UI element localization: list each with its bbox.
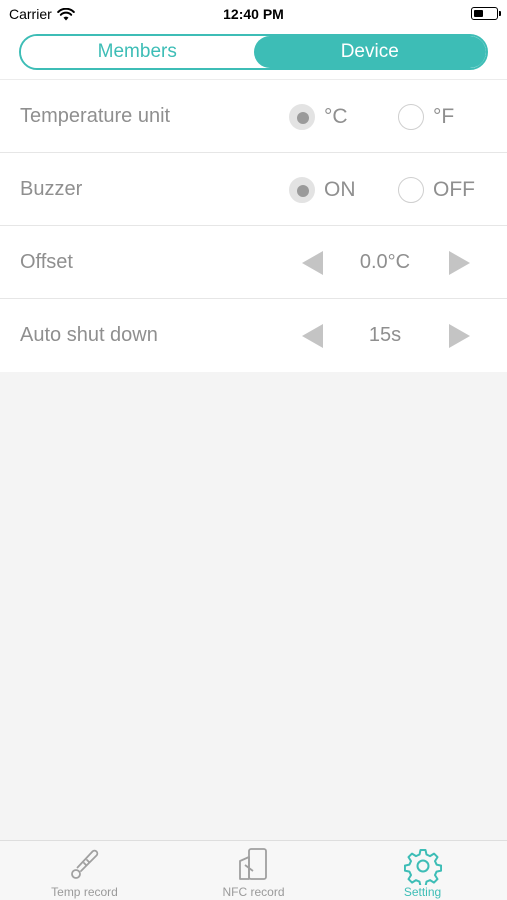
- radio-checked-icon: [289, 103, 315, 130]
- auto-shut-down-increase-icon[interactable]: [446, 323, 472, 349]
- gear-icon: [403, 849, 442, 885]
- temperature-unit-label: Temperature unit: [20, 105, 171, 127]
- celsius-radio[interactable]: °C: [289, 80, 348, 153]
- temperature-unit-row: Temperature unit °C °F: [0, 80, 507, 153]
- offset-value: 0.0°C: [359, 251, 411, 273]
- segment-header: Members Device: [0, 28, 507, 80]
- tab-members[interactable]: Members: [21, 36, 254, 68]
- segmented-control: Members Device: [19, 34, 488, 70]
- offset-increase-icon[interactable]: [446, 250, 472, 276]
- tab-bar: Temp record NFC record Setting: [0, 840, 507, 900]
- status-bar: Carrier 12:40 PM: [0, 0, 507, 28]
- auto-shut-down-row: Auto shut down 15s: [0, 299, 507, 372]
- buzzer-off-label: OFF: [433, 177, 475, 201]
- tab-setting-label: Setting: [403, 885, 442, 899]
- fahrenheit-radio[interactable]: °F: [398, 80, 454, 153]
- auto-shut-down-decrease-icon[interactable]: [300, 323, 326, 349]
- buzzer-row: Buzzer ON OFF: [0, 153, 507, 226]
- auto-shut-down-value: 15s: [368, 324, 402, 346]
- tab-nfc-record[interactable]: NFC record: [169, 841, 338, 900]
- celsius-label: °C: [324, 104, 348, 128]
- tab-device[interactable]: Device: [253, 36, 486, 68]
- thermometer-icon: [70, 849, 98, 879]
- battery-icon: [471, 7, 501, 20]
- offset-row: Offset 0.0°C: [0, 226, 507, 299]
- tab-temp-record[interactable]: Temp record: [0, 841, 169, 900]
- offset-label: Offset: [20, 251, 73, 273]
- radio-unchecked-icon: [398, 176, 424, 203]
- buzzer-off-radio[interactable]: OFF: [398, 153, 475, 226]
- tab-nfc-record-label: NFC record: [222, 885, 285, 899]
- buzzer-label: Buzzer: [20, 178, 83, 200]
- radio-unchecked-icon: [398, 103, 424, 130]
- nfc-card-icon: [238, 848, 267, 880]
- tab-setting[interactable]: Setting: [338, 841, 507, 900]
- settings-list: Temperature unit °C °F Buzzer ON OFF Off…: [0, 80, 507, 372]
- offset-decrease-icon[interactable]: [300, 250, 326, 276]
- tab-temp-record-label: Temp record: [51, 885, 118, 899]
- clock: 12:40 PM: [223, 6, 284, 22]
- radio-checked-icon: [289, 176, 315, 203]
- buzzer-on-label: ON: [324, 177, 356, 201]
- fahrenheit-label: °F: [433, 104, 455, 128]
- buzzer-on-radio[interactable]: ON: [289, 153, 356, 226]
- auto-shut-down-label: Auto shut down: [20, 324, 158, 346]
